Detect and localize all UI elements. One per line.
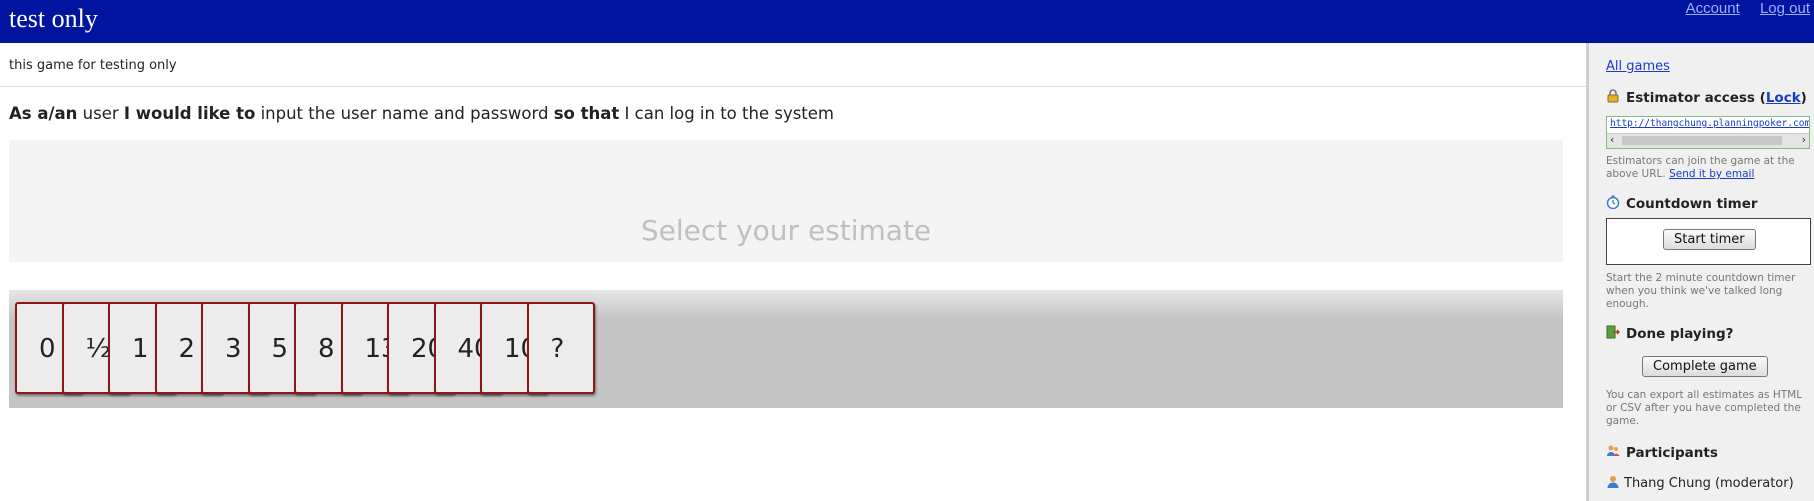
card-value: 5 [271, 334, 289, 364]
story-benefit: I can log in to the system [624, 104, 834, 123]
story-so-label: so that [553, 104, 620, 123]
scroll-right-icon[interactable]: › [1802, 133, 1806, 146]
timer-icon [1606, 195, 1620, 210]
card-value: 0 [39, 334, 56, 364]
divider [0, 86, 1586, 87]
send-email-link[interactable]: Send it by email [1669, 168, 1754, 180]
story-role: user [82, 104, 119, 123]
estimate-card[interactable]: ? [526, 302, 595, 394]
participant-item: Thang Chung (moderator) [1606, 475, 1794, 491]
story-want-label: I would like to [123, 104, 256, 123]
top-bar: test only Account Log out [0, 0, 1814, 43]
user-story: As a/an user I would like to input the u… [9, 104, 834, 123]
card-value: 2 [178, 334, 196, 364]
done-note: You can export all estimates as HTML or … [1606, 389, 1803, 427]
lock-icon [1606, 89, 1620, 103]
estimator-access-note: Estimators can join the game at the abov… [1606, 155, 1795, 180]
game-description: this game for testing only [9, 58, 177, 73]
participant-name: Thang Chung (moderator) [1624, 476, 1794, 491]
card-tray: 0½12358132040100? [9, 290, 1563, 408]
card-value: 3 [225, 334, 242, 364]
countdown-heading: Countdown timer [1606, 195, 1758, 212]
exit-icon [1606, 325, 1621, 339]
user-icon [1606, 475, 1620, 489]
start-timer-button[interactable]: Start timer [1663, 229, 1756, 250]
story-goal: input the user name and password [260, 104, 549, 123]
estimate-prompt: Select your estimate [640, 214, 932, 247]
account-link[interactable]: Account [1686, 0, 1740, 17]
estimate-area: Select your estimate [9, 140, 1563, 262]
people-icon [1606, 444, 1620, 458]
timer-box: Start timer [1606, 218, 1811, 265]
all-games-link[interactable]: All games [1606, 59, 1670, 74]
sidebar: All games Estimator access (Lock) http:/… [1586, 43, 1814, 501]
participants-heading: Participants [1606, 444, 1718, 461]
main-content: this game for testing only As a/an user … [0, 43, 1586, 501]
estimator-url[interactable]: http://thangchung.planningpoker.com/xx [1610, 118, 1809, 129]
card-value: 1 [132, 334, 149, 364]
logout-link[interactable]: Log out [1760, 0, 1810, 17]
scroll-left-icon[interactable]: ‹ [1610, 133, 1614, 146]
estimator-access-heading: Estimator access (Lock) [1606, 89, 1807, 106]
game-title: test only [9, 4, 98, 33]
lock-link[interactable]: Lock [1766, 90, 1801, 106]
estimator-url-field[interactable]: http://thangchung.planningpoker.com/xx ‹… [1606, 116, 1810, 149]
card-value: 8 [318, 334, 335, 364]
countdown-note: Start the 2 minute countdown timer when … [1606, 272, 1796, 310]
scroll-thumb[interactable] [1622, 136, 1782, 145]
story-as-label: As a/an [9, 104, 78, 123]
complete-game-button[interactable]: Complete game [1642, 356, 1768, 377]
top-links: Account Log out [1670, 0, 1810, 17]
done-playing-heading: Done playing? [1606, 325, 1733, 342]
url-scrollbar[interactable]: ‹ › [1607, 133, 1809, 148]
card-value: ? [550, 334, 565, 364]
card-value: ½ [85, 334, 111, 364]
